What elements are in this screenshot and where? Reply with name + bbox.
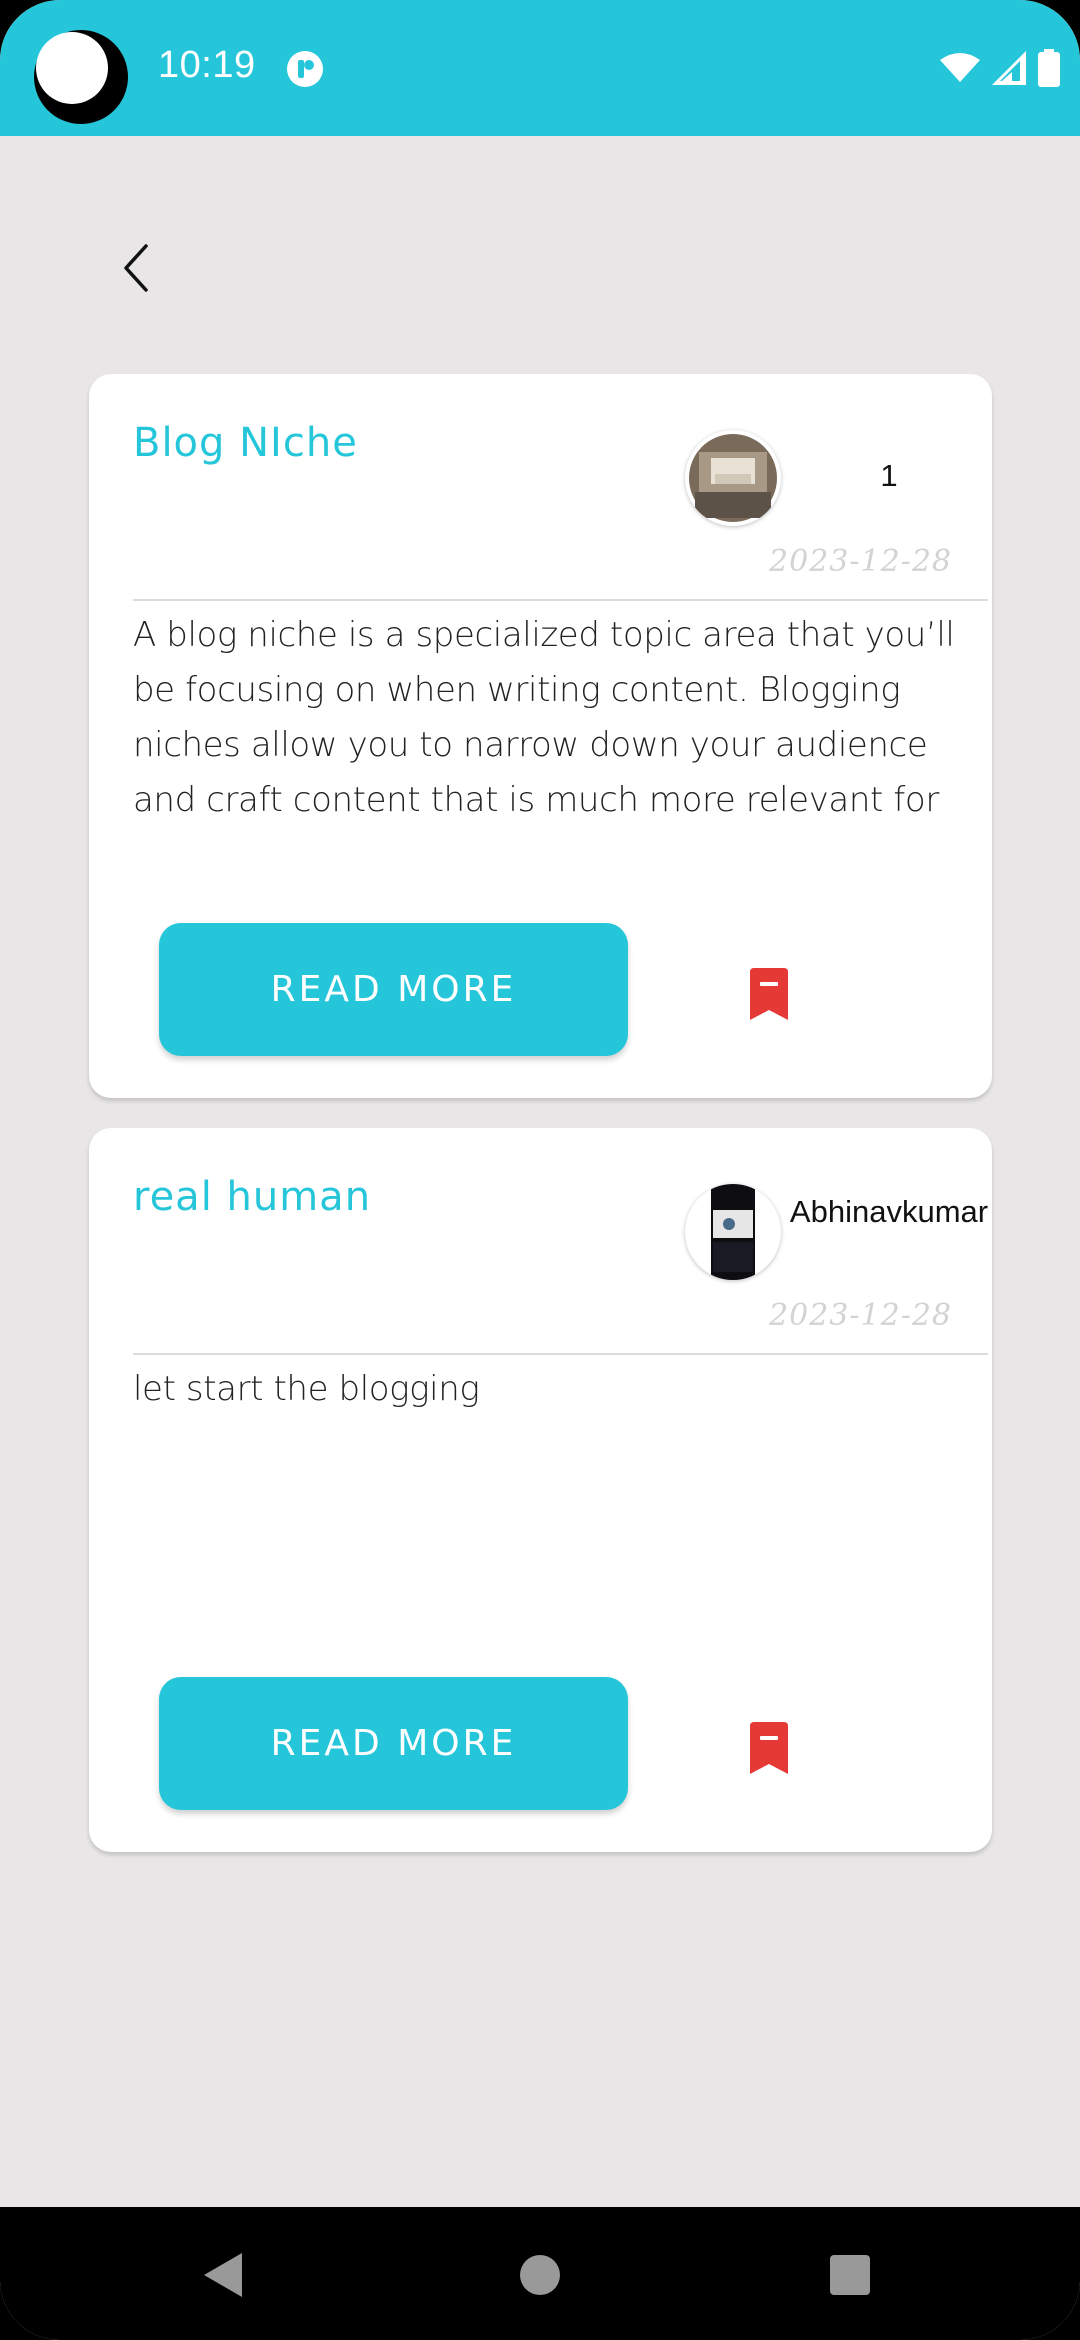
status-bar: 10:19	[0, 0, 1080, 136]
avatar-image	[689, 434, 777, 522]
post-date: 2023-12-28	[769, 544, 952, 579]
divider	[133, 1353, 988, 1355]
nav-home-icon[interactable]	[520, 2255, 560, 2295]
bookmark-button[interactable]	[729, 1708, 809, 1788]
post-title[interactable]: real human	[133, 1174, 371, 1220]
post-card[interactable]: real human Abhinavkumar 2023-12-28 let s…	[89, 1128, 992, 1852]
post-title[interactable]: Blog NIche	[133, 420, 358, 466]
chevron-left-icon	[124, 244, 148, 292]
back-button[interactable]	[104, 236, 168, 300]
read-more-button[interactable]: READ MORE	[159, 1677, 628, 1810]
status-time: 10:19	[158, 44, 256, 86]
author-name: Abhinavkumar	[789, 1194, 989, 1229]
nav-recents-icon[interactable]	[830, 2255, 870, 2295]
divider	[133, 599, 988, 601]
battery-icon	[1038, 49, 1060, 87]
post-card[interactable]: Blog NIche 1 2023-12-28 A blog niche is …	[89, 374, 992, 1098]
nav-back-icon[interactable]	[200, 2249, 246, 2301]
avatar-image	[711, 1184, 755, 1280]
post-excerpt: A blog niche is a specialized topic area…	[133, 615, 955, 820]
navigation-bar	[0, 2207, 1080, 2340]
author-avatar[interactable]	[685, 430, 781, 526]
author-name: 1	[880, 458, 898, 493]
cellular-signal-icon	[992, 51, 1026, 85]
notification-app-icon	[287, 51, 323, 87]
read-more-button[interactable]: READ MORE	[159, 923, 628, 1056]
camera-cutout	[34, 30, 128, 124]
bookmark-remove-icon	[750, 1722, 788, 1774]
bookmark-button[interactable]	[729, 954, 809, 1034]
wifi-icon	[940, 53, 980, 82]
post-date: 2023-12-28	[769, 1298, 952, 1333]
post-excerpt: let start the blogging	[133, 1369, 480, 1409]
author-avatar[interactable]	[685, 1184, 781, 1280]
status-icons	[940, 48, 1060, 88]
bookmark-remove-icon	[750, 968, 788, 1020]
screen: 10:19 Blog NIche 1 2023-12-28 A blog nic…	[0, 0, 1080, 2340]
